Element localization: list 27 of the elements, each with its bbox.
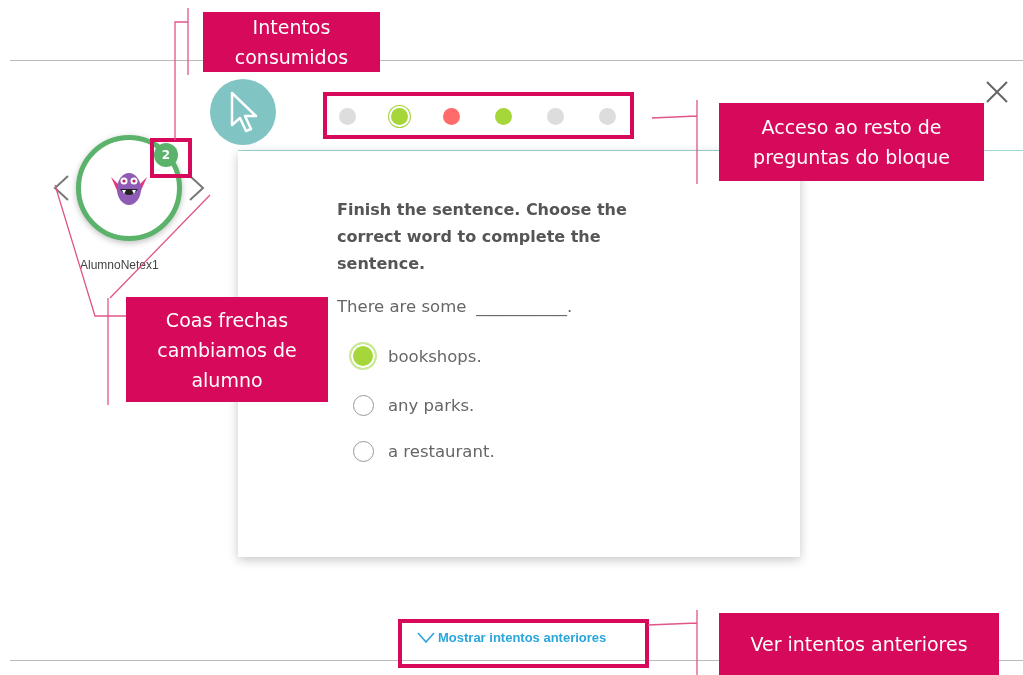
close-icon[interactable] (986, 81, 1008, 103)
callout-label: Ver intentos anteriores (719, 613, 999, 675)
callout-label: Acceso ao resto de preguntas do bloque (719, 103, 984, 181)
highlight-frame (150, 138, 192, 178)
leader-line (647, 609, 698, 675)
attempts-badge: 2 (154, 143, 178, 167)
question-dot[interactable] (443, 108, 460, 125)
option-label: bookshops. (388, 346, 482, 366)
question-dot[interactable] (391, 108, 408, 125)
option-label: a restaurant. (388, 442, 495, 461)
callout-label: Intentos consumidos (203, 12, 380, 72)
question-dot[interactable] (495, 108, 512, 125)
option-label: any parks. (388, 396, 475, 415)
radio-button[interactable] (353, 395, 374, 416)
show-previous-link[interactable]: Mostrar intentos anteriores (417, 630, 607, 645)
question-dot[interactable] (599, 108, 616, 125)
radio-button[interactable] (353, 441, 374, 462)
question-dot[interactable] (339, 108, 356, 125)
cursor-icon (210, 79, 276, 145)
callout-label: Coas frechas cambiamos de alumno (126, 297, 328, 402)
chevron-right-icon[interactable] (188, 174, 206, 202)
question-prompt: There are some (337, 297, 467, 316)
answer-blank: ___________. (476, 297, 573, 316)
question-dot[interactable] (547, 108, 564, 125)
chevron-left-icon[interactable] (52, 174, 70, 202)
chevron-down-icon (417, 632, 435, 643)
question-instruction: Finish the sentence. Choose the correct word to complete the sentence. (337, 199, 628, 275)
